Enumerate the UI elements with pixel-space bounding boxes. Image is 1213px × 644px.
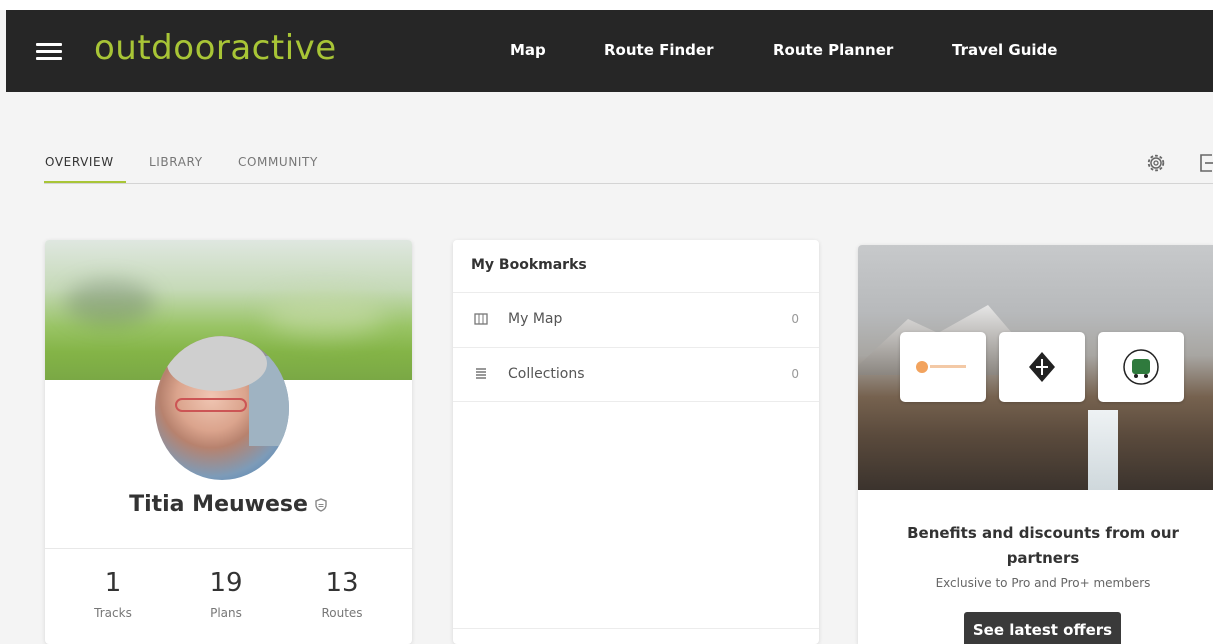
stat-plans-value: 19 — [209, 568, 243, 598]
tabs-divider — [44, 183, 1213, 184]
bookmark-count: 0 — [791, 312, 799, 326]
stat-plans[interactable]: 19 Plans — [181, 568, 271, 620]
partner-logo-2[interactable] — [999, 332, 1085, 402]
profile-name: Titia Meuwese — [45, 492, 412, 517]
nav-map[interactable]: Map — [510, 41, 546, 59]
top-strip — [0, 0, 1213, 10]
bookmarks-title: My Bookmarks — [471, 257, 587, 273]
stat-tracks-value: 1 — [104, 568, 122, 598]
stat-routes[interactable]: 13 Routes — [297, 568, 387, 620]
profile-divider — [45, 548, 412, 549]
stat-tracks-label: Tracks — [94, 606, 132, 620]
bookmark-item-my-map[interactable]: My Map 0 — [453, 292, 819, 347]
gear-icon[interactable] — [1145, 152, 1167, 174]
bookmark-label: Collections — [508, 366, 585, 382]
tab-library[interactable]: LIBRARY — [149, 155, 203, 169]
profile-name-text: Titia Meuwese — [129, 492, 308, 517]
outdooractive-logo[interactable]: outdooractive — [94, 28, 337, 68]
partner-offers-card: Benefits and discounts from our partners… — [858, 245, 1213, 644]
see-latest-offers-button[interactable]: See latest offers — [964, 612, 1121, 644]
partner-logo-3[interactable] — [1098, 332, 1184, 402]
logout-icon[interactable] — [1198, 152, 1213, 174]
stat-plans-label: Plans — [210, 606, 242, 620]
hamburger-menu-icon[interactable] — [36, 43, 62, 61]
stat-tracks[interactable]: 1 Tracks — [68, 568, 158, 620]
tab-community[interactable]: COMMUNITY — [238, 155, 318, 169]
bookmark-count: 0 — [791, 367, 799, 381]
bookmarks-card: My Bookmarks My Map 0 Collections 0 — [453, 240, 819, 644]
bookmarks-footer-divider — [453, 628, 819, 629]
nav-route-planner[interactable]: Route Planner — [773, 41, 893, 59]
avatar[interactable] — [155, 336, 289, 480]
map-icon — [474, 313, 488, 325]
bookmark-item-collections[interactable]: Collections 0 — [453, 347, 819, 402]
bookmark-label: My Map — [508, 311, 563, 327]
shield-badge-icon — [315, 498, 327, 512]
partner-offers-title: Benefits and discounts from our partners — [907, 524, 1179, 567]
top-navbar: outdooractive Map Route Finder Route Pla… — [6, 10, 1213, 92]
stat-routes-label: Routes — [321, 606, 363, 620]
partner-offers-subtitle: Exclusive to Pro and Pro+ members — [935, 576, 1151, 590]
nav-route-finder[interactable]: Route Finder — [604, 41, 713, 59]
list-icon — [476, 368, 486, 379]
profile-card: Titia Meuwese 1 Tracks 19 Plans 13 Route… — [45, 240, 412, 644]
stat-routes-value: 13 — [325, 568, 359, 598]
partner-logo-1[interactable] — [900, 332, 986, 402]
nav-travel-guide[interactable]: Travel Guide — [952, 41, 1057, 59]
tab-overview[interactable]: OVERVIEW — [45, 155, 114, 169]
landscape-photo — [858, 245, 1213, 490]
